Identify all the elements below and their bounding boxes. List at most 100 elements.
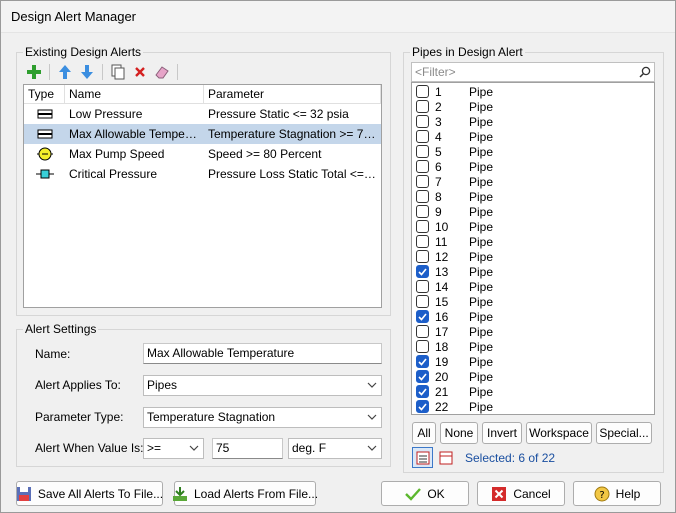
invert-selection-button[interactable]: Invert bbox=[482, 422, 522, 444]
eraser-icon[interactable] bbox=[151, 61, 173, 83]
applies-to-label: Alert Applies To: bbox=[35, 378, 121, 392]
pipe-number: 12 bbox=[435, 249, 449, 264]
pipe-row[interactable]: 11 Pipe bbox=[412, 234, 654, 249]
pipe-checkbox[interactable] bbox=[416, 115, 429, 128]
pipe-checkbox[interactable] bbox=[416, 160, 429, 173]
ok-label: OK bbox=[427, 486, 445, 501]
pipe-number: 3 bbox=[435, 114, 442, 129]
help-button[interactable]: ? Help bbox=[573, 481, 661, 506]
pipe-row[interactable]: 22 Pipe bbox=[412, 399, 654, 414]
plus-icon[interactable] bbox=[23, 61, 45, 83]
pipe-row[interactable]: 4 Pipe bbox=[412, 129, 654, 144]
pipe-number: 7 bbox=[435, 174, 442, 189]
pipe-row[interactable]: 2 Pipe bbox=[412, 99, 654, 114]
threshold-field[interactable]: 75 bbox=[212, 438, 283, 459]
pipe-number: 8 bbox=[435, 189, 442, 204]
save-all-alerts-label: Save All Alerts To File... bbox=[37, 486, 164, 501]
pipe-row[interactable]: 3 Pipe bbox=[412, 114, 654, 129]
pipe-checkbox[interactable] bbox=[416, 100, 429, 113]
alert-row[interactable]: Max Pump Speed Speed >= 80 Percent bbox=[24, 144, 381, 164]
workspace-button[interactable]: Workspace bbox=[526, 422, 592, 444]
pipe-checkbox-checked[interactable] bbox=[416, 400, 429, 413]
pipe-checkbox[interactable] bbox=[416, 85, 429, 98]
load-alerts-button[interactable]: Load Alerts From File... bbox=[172, 481, 319, 506]
alert-row[interactable]: Low Pressure Pressure Static <= 32 psia bbox=[24, 104, 381, 124]
column-header-type[interactable]: Type bbox=[24, 85, 65, 103]
pipe-checkbox-checked[interactable] bbox=[416, 310, 429, 323]
pipe-checkbox[interactable] bbox=[416, 340, 429, 353]
unit-dropdown[interactable]: deg. F bbox=[288, 438, 382, 459]
pipe-number: 14 bbox=[435, 279, 449, 294]
cancel-button[interactable]: Cancel bbox=[477, 481, 565, 506]
alert-row[interactable]: Critical Pressure Pressure Loss Static T… bbox=[24, 164, 381, 184]
pipe-checkbox[interactable] bbox=[416, 280, 429, 293]
pipe-row[interactable]: 15 Pipe bbox=[412, 294, 654, 309]
pipe-row[interactable]: 8 Pipe bbox=[412, 189, 654, 204]
pipe-type: Pipe bbox=[469, 294, 494, 309]
applies-to-dropdown[interactable]: Pipes bbox=[143, 375, 382, 396]
pipe-checkbox-checked[interactable] bbox=[416, 385, 429, 398]
pipe-checkbox[interactable] bbox=[416, 235, 429, 248]
pipe-number: 4 bbox=[435, 129, 442, 144]
pipe-row[interactable]: 12 Pipe bbox=[412, 249, 654, 264]
pipe-row[interactable]: 14 Pipe bbox=[412, 279, 654, 294]
load-alerts-label: Load Alerts From File... bbox=[193, 486, 319, 501]
pipe-row[interactable]: 21 Pipe bbox=[412, 384, 654, 399]
pipe-row[interactable]: 16 Pipe bbox=[412, 309, 654, 324]
pipe-row[interactable]: 5 Pipe bbox=[412, 144, 654, 159]
column-header-parameter[interactable]: Parameter bbox=[204, 85, 381, 103]
column-header-name[interactable]: Name bbox=[65, 85, 204, 103]
table-view-icon[interactable] bbox=[435, 447, 456, 468]
parameter-type-dropdown[interactable]: Temperature Stagnation bbox=[143, 407, 382, 428]
ok-button[interactable]: OK bbox=[381, 481, 469, 506]
select-none-button[interactable]: None bbox=[440, 422, 478, 444]
alert-row-selected[interactable]: Max Allowable Temperature Temperature St… bbox=[24, 124, 381, 144]
checkmark-icon bbox=[418, 372, 427, 381]
alert-name-field[interactable]: Max Allowable Temperature bbox=[143, 343, 382, 364]
pipe-row[interactable]: 20 Pipe bbox=[412, 369, 654, 384]
pipe-row[interactable]: 18 Pipe bbox=[412, 339, 654, 354]
pipe-checkbox[interactable] bbox=[416, 130, 429, 143]
pipe-checkbox-checked[interactable] bbox=[416, 355, 429, 368]
pipe-checkbox[interactable] bbox=[416, 250, 429, 263]
pipe-checkbox[interactable] bbox=[416, 190, 429, 203]
arrow-up-icon[interactable] bbox=[54, 61, 76, 83]
pipe-number: 16 bbox=[435, 309, 449, 324]
design-alert-manager-window: Design Alert Manager Existing Design Ale… bbox=[0, 0, 676, 513]
pipe-row[interactable]: 6 Pipe bbox=[412, 159, 654, 174]
list-view-icon[interactable] bbox=[412, 447, 433, 468]
pipe-row[interactable]: 10 Pipe bbox=[412, 219, 654, 234]
help-icon: ? bbox=[594, 486, 610, 502]
existing-alerts-legend: Existing Design Alerts bbox=[25, 45, 142, 59]
pipe-row[interactable]: 19 Pipe bbox=[412, 354, 654, 369]
filter-placeholder: <Filter> bbox=[415, 65, 456, 79]
pipe-type: Pipe bbox=[469, 84, 494, 99]
pipe-row[interactable]: 7 Pipe bbox=[412, 174, 654, 189]
select-all-button[interactable]: All bbox=[412, 422, 436, 444]
arrow-down-icon[interactable] bbox=[76, 61, 98, 83]
pipe-type: Pipe bbox=[469, 159, 494, 174]
pipe-row[interactable]: 17 Pipe bbox=[412, 324, 654, 339]
operator-value: >= bbox=[147, 441, 162, 455]
pipe-row[interactable]: 13 Pipe bbox=[412, 264, 654, 279]
pipe-checkbox[interactable] bbox=[416, 325, 429, 338]
pipe-row[interactable]: 9 Pipe bbox=[412, 204, 654, 219]
operator-dropdown[interactable]: >= bbox=[143, 438, 204, 459]
save-icon bbox=[16, 486, 32, 502]
save-all-alerts-button[interactable]: Save All Alerts To File... bbox=[16, 481, 163, 506]
pipe-checkbox-checked[interactable] bbox=[416, 370, 429, 383]
pipe-checkbox-checked[interactable] bbox=[416, 265, 429, 278]
x-icon[interactable] bbox=[129, 61, 151, 83]
pipe-checkbox[interactable] bbox=[416, 145, 429, 158]
alert-parameter: Pressure Loss Static Total <= 12... bbox=[208, 167, 381, 181]
filter-field[interactable]: <Filter> bbox=[411, 62, 655, 82]
pipe-type: Pipe bbox=[469, 174, 494, 189]
pipe-row[interactable]: 1 Pipe bbox=[412, 84, 654, 99]
pipe-checkbox[interactable] bbox=[416, 295, 429, 308]
special-button[interactable]: Special... bbox=[596, 422, 652, 444]
pipe-type: Pipe bbox=[469, 264, 494, 279]
pipe-checkbox[interactable] bbox=[416, 220, 429, 233]
pipe-checkbox[interactable] bbox=[416, 175, 429, 188]
copy-icon[interactable] bbox=[107, 61, 129, 83]
pipe-checkbox[interactable] bbox=[416, 205, 429, 218]
